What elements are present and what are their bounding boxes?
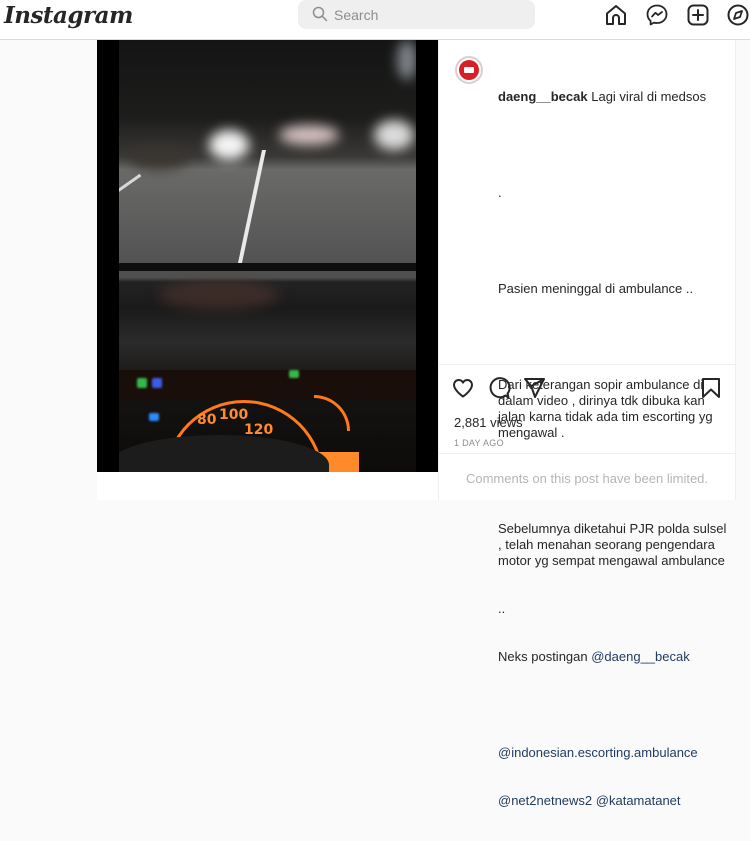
road-edge-line — [119, 173, 142, 217]
instrument-panel — [119, 370, 416, 400]
caption-text: Neks postingan — [498, 649, 592, 664]
save-bookmark-icon[interactable] — [699, 376, 723, 400]
home-icon[interactable] — [604, 3, 628, 27]
divider — [439, 453, 735, 454]
search-input[interactable] — [334, 4, 524, 26]
post-container: 80 100 120 140 0:02 / 0:38 — [97, 40, 750, 808]
caption-text: Lagi viral di medsos — [591, 89, 707, 104]
indicator-blue-2 — [149, 413, 159, 421]
like-icon[interactable] — [451, 376, 475, 400]
avatar[interactable] — [455, 56, 483, 84]
street-light-glow — [374, 120, 414, 150]
lane-marking — [236, 150, 266, 270]
post-caption: daeng__becak Lagi viral di medsos . Pasi… — [498, 57, 733, 841]
mention-link[interactable]: @indonesian.escorting.ambulance — [498, 745, 698, 760]
mention-link[interactable]: @daeng__becak — [591, 649, 690, 664]
top-navigation-bar: Instagram — [0, 0, 750, 40]
dash-reflection — [159, 280, 279, 310]
search-box[interactable] — [298, 0, 535, 29]
share-icon[interactable] — [522, 376, 546, 400]
speed-label: 100 — [219, 407, 249, 423]
divider — [439, 364, 735, 365]
billboard-glow — [397, 40, 416, 80]
indicator-green-2 — [289, 370, 299, 378]
indicator-green — [137, 378, 147, 388]
messenger-icon[interactable] — [645, 3, 669, 27]
username-link[interactable]: daeng__becak — [498, 89, 588, 104]
view-count: 2,881 views — [454, 415, 523, 430]
comment-icon[interactable] — [487, 376, 511, 400]
post-timestamp[interactable]: 1 DAY AGO — [454, 438, 504, 448]
caption-text: Pasien meninggal di ambulance .. — [498, 281, 694, 296]
caption-text: Sebelumnya diketahui PJR polda sulsel , … — [498, 521, 730, 568]
temperature-gauge — [314, 395, 350, 431]
post-details-panel: daeng__becak Lagi viral di medsos . Pasi… — [438, 40, 750, 808]
mention-link[interactable]: @net2netnews2 — [498, 793, 592, 808]
speed-label: 80 — [197, 412, 217, 428]
mention-link[interactable]: @katamatanet — [596, 793, 681, 808]
new-post-icon[interactable] — [686, 3, 710, 27]
parked-cars — [129, 145, 189, 170]
caption-text: . — [498, 185, 502, 200]
indicator-blue — [152, 378, 162, 388]
comments-limited-notice: Comments on this post have been limited. — [465, 471, 709, 486]
caption-text: .. — [498, 601, 506, 616]
video-frame[interactable]: 80 100 120 140 — [119, 40, 416, 472]
car-headlight-glow — [209, 130, 249, 160]
search-icon — [312, 6, 328, 22]
traffic-lights-glow — [279, 125, 339, 145]
avatar-logo — [459, 60, 479, 80]
windshield-edge — [119, 263, 416, 271]
page-margin — [735, 40, 750, 500]
instagram-logo[interactable]: Instagram — [4, 2, 133, 29]
video-player[interactable]: 80 100 120 140 0:02 / 0:38 — [97, 40, 438, 472]
explore-icon[interactable] — [726, 3, 750, 27]
